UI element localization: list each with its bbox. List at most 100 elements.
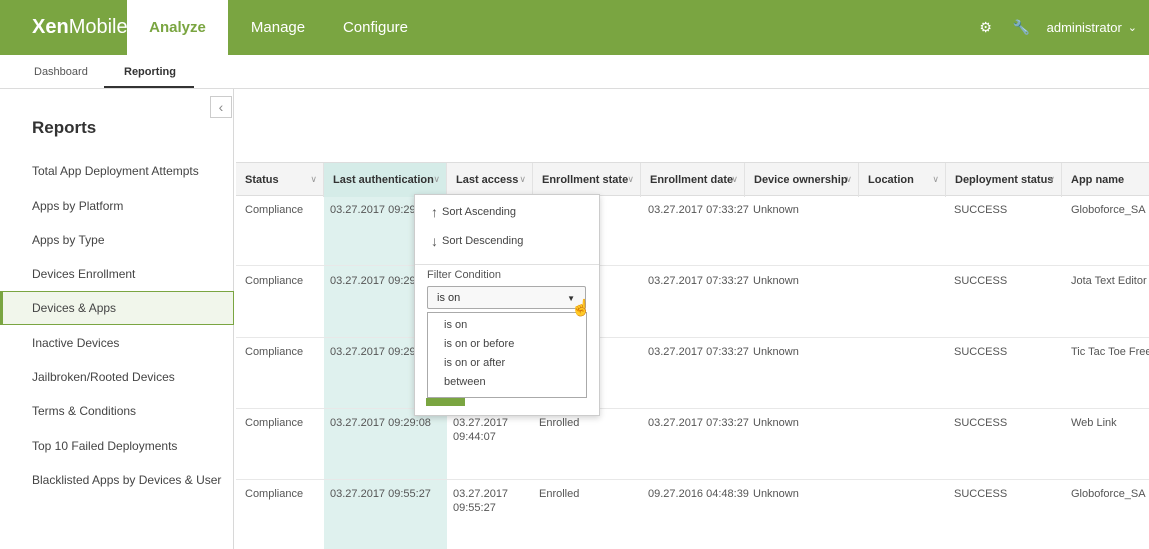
sort-ascending-option[interactable]: ↑ Sort Ascending	[431, 204, 516, 220]
sidebar-item-devices-enrollment[interactable]: Devices Enrollment	[0, 257, 234, 291]
hand-pointer-icon: ☝	[571, 300, 591, 317]
cell-last-access: 03.27.2017	[453, 417, 509, 429]
nav-tab-analyze[interactable]: Analyze	[127, 0, 228, 55]
cell-deployment-status: SUCCESS	[954, 417, 1008, 429]
cell-app-name: Globoforce_SA	[1071, 488, 1146, 500]
cell-enrollment-date: 03.27.2017 07:33:27	[648, 417, 749, 429]
row-separator	[236, 408, 1149, 409]
filter-condition-value: is on	[437, 291, 461, 304]
filter-option-between[interactable]: between	[444, 376, 486, 388]
column-header-status[interactable]: Status ∨	[236, 163, 324, 197]
chevron-down-icon[interactable]: ∨	[627, 174, 634, 185]
column-header-deployment-status[interactable]: Deployment status ∨	[946, 163, 1062, 197]
gear-icon[interactable]: ⚙	[975, 17, 997, 39]
column-label: Last authentication	[333, 174, 434, 186]
sidebar-item-apps-by-platform[interactable]: Apps by Platform	[0, 189, 234, 223]
cell-enrollment-date: 03.27.2017 07:33:27	[648, 346, 749, 358]
active-subtab-indicator	[104, 86, 194, 88]
column-header-device-ownership[interactable]: Device ownership ∨	[745, 163, 859, 197]
cell-last-access-time: 09:44:07	[453, 431, 496, 443]
column-label: Location	[868, 174, 914, 186]
filter-options-list: is on is on or before is on or after bet…	[427, 312, 587, 398]
filter-condition-label: Filter Condition	[427, 269, 501, 281]
subtab-dashboard[interactable]: Dashboard	[34, 55, 88, 89]
cell-app-name: Globoforce_SA	[1071, 204, 1146, 216]
chevron-down-icon[interactable]: ⌄	[1128, 21, 1137, 34]
cell-device-ownership: Unknown	[753, 204, 799, 216]
sort-descending-option[interactable]: ↓ Sort Descending	[431, 233, 523, 249]
apply-filter-button[interactable]	[426, 398, 465, 406]
sort-ascending-label: Sort Ascending	[442, 206, 516, 218]
row-separator	[236, 265, 1149, 266]
cell-last-authentication: 03.27.2017 09:29:08	[330, 417, 431, 429]
chevron-down-icon[interactable]: ∨	[519, 174, 526, 185]
sidebar-item-jailbroken-rooted-devices[interactable]: Jailbroken/Rooted Devices	[0, 360, 234, 394]
cell-last-access-time: 09:55:27	[453, 502, 496, 514]
cell-deployment-status: SUCCESS	[954, 346, 1008, 358]
table-header: Status ∨ Last authentication ∨ Last access…	[236, 162, 1149, 197]
cell-last-authentication: 03.27.2017 09:29:0	[330, 204, 414, 216]
subtab-reporting[interactable]: Reporting	[124, 55, 176, 89]
cell-enrollment-date: 03.27.2017 07:33:27	[648, 275, 749, 287]
column-header-enrollment-state[interactable]: Enrollment state ∨	[533, 163, 641, 197]
cell-deployment-status: SUCCESS	[954, 275, 1008, 287]
chevron-down-icon[interactable]: ∨	[731, 174, 738, 185]
sidebar-item-blacklisted-apps[interactable]: Blacklisted Apps by Devices & User	[0, 463, 234, 497]
cell-enrollment-state: Enrolled	[539, 488, 580, 500]
cell-last-authentication: 03.27.2017 09:29:0	[330, 275, 414, 287]
filter-option-is-on[interactable]: is on	[444, 319, 467, 331]
column-header-last-access[interactable]: Last access ∨	[447, 163, 533, 197]
cell-enrollment-date: 03.27.2017 07:33:27	[648, 204, 749, 216]
top-navigation-bar: Xen Mobile Analyze Manage Configure ⚙ 🔧 a…	[0, 0, 1149, 55]
chevron-down-icon[interactable]: ∨	[845, 174, 852, 185]
brand-logo[interactable]: Xen Mobile	[0, 0, 128, 55]
nav-tab-manage[interactable]: Manage	[228, 0, 328, 55]
sidebar-item-devices-and-apps[interactable]: Devices & Apps	[0, 291, 234, 325]
column-label: Enrollment state	[542, 174, 629, 186]
cell-deployment-status: SUCCESS	[954, 488, 1008, 500]
cell-app-name: Jota Text Editor	[1071, 275, 1147, 287]
nav-tab-configure[interactable]: Configure	[328, 0, 423, 55]
cell-deployment-status: SUCCESS	[954, 204, 1008, 216]
filter-option-is-on-or-after[interactable]: is on or after	[444, 357, 505, 369]
chevron-left-icon[interactable]: ‹	[210, 96, 232, 118]
menu-divider	[415, 264, 599, 265]
sidebar-item-terms-and-conditions[interactable]: Terms & Conditions	[0, 394, 234, 428]
cell-last-authentication: 03.27.2017 09:55:27	[330, 488, 431, 500]
cell-enrollment-date: 09.27.2016 04:48:39	[648, 488, 749, 500]
column-header-app-name[interactable]: App name	[1062, 163, 1149, 197]
column-header-location[interactable]: Location ∨	[859, 163, 946, 197]
chevron-down-icon[interactable]: ∨	[932, 174, 939, 185]
cell-app-name: Tic Tac Toe Free	[1071, 346, 1149, 358]
column-label: Device ownership	[754, 174, 848, 186]
column-header-last-authentication[interactable]: Last authentication ∨	[324, 163, 447, 197]
sidebar-item-total-app-deployment-attempts[interactable]: Total App Deployment Attempts	[0, 154, 234, 188]
chevron-down-icon[interactable]: ∨	[433, 174, 440, 185]
sidebar-item-apps-by-type[interactable]: Apps by Type	[0, 223, 234, 257]
column-header-enrollment-date[interactable]: Enrollment date ∨	[641, 163, 745, 197]
row-separator	[236, 337, 1149, 338]
brand-light: Mobile	[68, 16, 128, 38]
column-label: App name	[1071, 174, 1125, 186]
cell-enrollment-state: Enrolled	[539, 417, 580, 429]
cell-status: Compliance	[245, 417, 304, 429]
cell-status: Compliance	[245, 346, 304, 358]
user-menu[interactable]: administrator	[1047, 20, 1122, 35]
wrench-icon[interactable]: 🔧	[1011, 17, 1033, 39]
sidebar-item-inactive-devices[interactable]: Inactive Devices	[0, 326, 234, 360]
chevron-down-icon[interactable]: ∨	[310, 174, 317, 185]
row-separator	[236, 479, 1149, 480]
sidebar-item-top-10-failed-deployments[interactable]: Top 10 Failed Deployments	[0, 429, 234, 463]
cell-app-name: Web Link	[1071, 417, 1117, 429]
cell-status: Compliance	[245, 204, 304, 216]
filter-option-is-on-or-before[interactable]: is on or before	[444, 338, 514, 350]
sub-navigation: Dashboard Reporting	[0, 55, 1149, 89]
cell-device-ownership: Unknown	[753, 346, 799, 358]
filter-condition-select[interactable]: is on ▼	[427, 286, 586, 309]
cell-status: Compliance	[245, 488, 304, 500]
cell-device-ownership: Unknown	[753, 488, 799, 500]
arrow-down-icon: ↓	[431, 233, 438, 249]
chevron-down-icon[interactable]: ∨	[1048, 174, 1055, 185]
column-label: Enrollment date	[650, 174, 734, 186]
cell-device-ownership: Unknown	[753, 417, 799, 429]
